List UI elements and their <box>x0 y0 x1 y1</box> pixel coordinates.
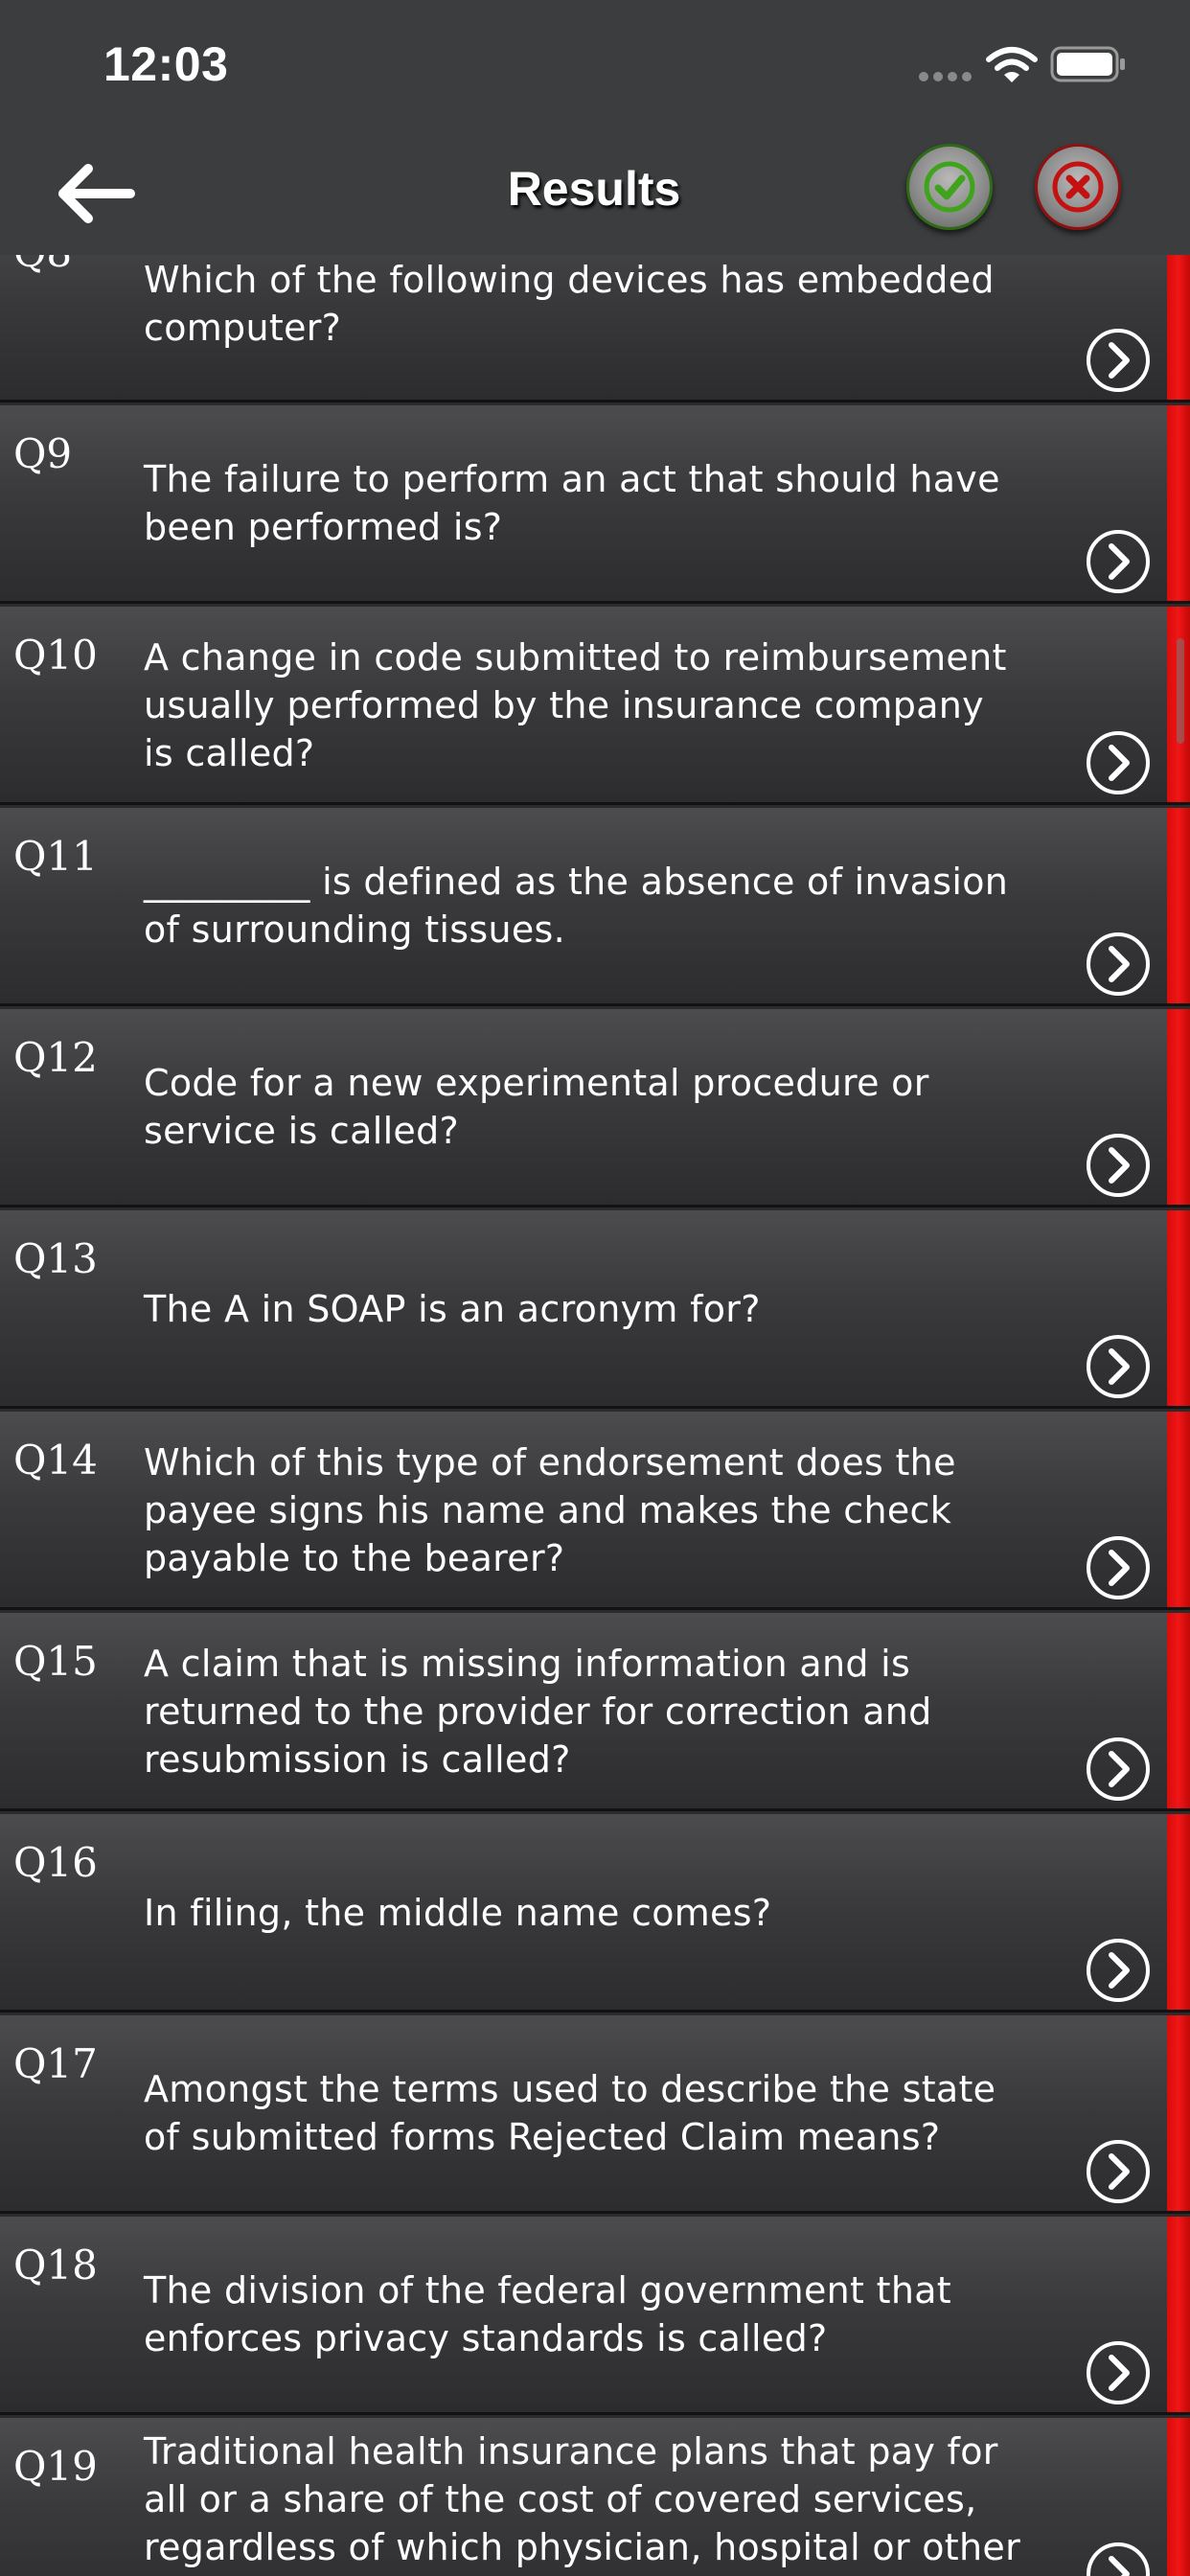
wrong-answer-indicator <box>1167 405 1190 601</box>
status-time: 12:03 <box>103 37 229 91</box>
chevron-right-icon[interactable] <box>1085 1132 1152 1199</box>
list-item[interactable]: Q9 The failure to perform an act that sh… <box>0 405 1190 604</box>
show-correct-button[interactable] <box>906 144 993 230</box>
wrong-answer-indicator <box>1167 2015 1190 2211</box>
list-item[interactable]: Q18 The division of the federal governme… <box>0 2217 1190 2415</box>
show-wrong-button[interactable] <box>1035 144 1121 230</box>
list-item[interactable]: Q17 Amongst the terms used to describe t… <box>0 2015 1190 2214</box>
question-text: The failure to perform an act that shoul… <box>144 458 1000 548</box>
wrong-answer-indicator <box>1167 1210 1190 1406</box>
chevron-right-icon[interactable] <box>1085 2138 1152 2205</box>
question-number: Q19 <box>13 2443 98 2490</box>
list-item[interactable]: Q8 Which of the following devices has em… <box>0 255 1190 402</box>
question-number: Q11 <box>13 833 98 880</box>
page-title: Results <box>507 162 681 216</box>
question-text: A change in code submitted to reimbursem… <box>144 636 1007 774</box>
question-text: Which of this type of endorsement does t… <box>144 1441 956 1579</box>
question-text: Code for a new experimental procedure or… <box>144 1062 929 1152</box>
list-item[interactable]: Q15 A claim that is missing information … <box>0 1613 1190 1811</box>
results-list[interactable]: Q8 Which of the following devices has em… <box>0 255 1190 2576</box>
chevron-right-icon[interactable] <box>1085 1333 1152 1400</box>
checkmark-icon <box>924 161 975 213</box>
question-text: Which of the following devices has embed… <box>144 259 995 349</box>
question-number: Q15 <box>13 1638 98 1685</box>
chevron-right-icon[interactable] <box>1085 729 1152 796</box>
list-item[interactable]: Q12 Code for a new experimental procedur… <box>0 1009 1190 1208</box>
question-text: The A in SOAP is an acronym for? <box>144 1288 761 1330</box>
battery-icon <box>1050 46 1125 82</box>
question-number: Q16 <box>13 1839 98 1886</box>
question-number: Q17 <box>13 2040 98 2087</box>
wrong-answer-indicator <box>1167 1814 1190 2010</box>
question-text: Amongst the terms used to describe the s… <box>144 2068 996 2158</box>
back-arrow-icon <box>58 164 135 223</box>
chevron-right-icon[interactable] <box>1085 528 1152 595</box>
chevron-right-icon[interactable] <box>1085 2339 1152 2406</box>
question-number: Q18 <box>13 2242 98 2288</box>
question-text: In filing, the middle name comes? <box>144 1892 772 1934</box>
wrong-answer-indicator <box>1167 2418 1190 2576</box>
question-number: Q12 <box>13 1034 98 1081</box>
question-number: Q14 <box>13 1437 98 1484</box>
nav-bar: Results <box>0 134 1190 255</box>
wrong-answer-indicator <box>1167 1009 1190 1205</box>
x-icon <box>1052 161 1104 213</box>
list-item[interactable]: Q14 Which of this type of endorsement do… <box>0 1412 1190 1610</box>
question-number: Q9 <box>13 430 73 477</box>
question-number: Q13 <box>13 1235 98 1282</box>
wrong-answer-indicator <box>1167 808 1190 1003</box>
list-item[interactable]: Q10 A change in code submitted to reimbu… <box>0 607 1190 805</box>
question-text: A claim that is missing information and … <box>144 1643 932 1781</box>
wrong-answer-indicator <box>1167 1613 1190 1808</box>
cellular-signal-icon <box>919 72 972 81</box>
list-item[interactable]: Q16 In filing, the middle name comes? <box>0 1814 1190 2012</box>
question-text: _________ is defined as the absence of i… <box>144 861 1009 951</box>
chevron-right-icon[interactable] <box>1085 1534 1152 1601</box>
back-button[interactable] <box>48 155 144 232</box>
list-item[interactable]: Q19 Traditional health insurance plans t… <box>0 2418 1190 2576</box>
list-item[interactable]: Q13 The A in SOAP is an acronym for? <box>0 1210 1190 1409</box>
question-number: Q8 <box>13 255 72 276</box>
status-bar: 12:03 <box>0 0 1190 134</box>
scroll-indicator[interactable] <box>1177 638 1184 744</box>
wifi-icon <box>986 47 1038 82</box>
wrong-answer-indicator <box>1167 2217 1190 2412</box>
question-number: Q10 <box>13 632 98 678</box>
list-item[interactable]: Q11 _________ is defined as the absence … <box>0 808 1190 1006</box>
chevron-right-icon[interactable] <box>1085 1937 1152 2004</box>
chevron-right-icon[interactable] <box>1085 2541 1152 2576</box>
chevron-right-icon[interactable] <box>1085 931 1152 998</box>
question-text: Traditional health insurance plans that … <box>144 2430 1020 2568</box>
chevron-right-icon[interactable] <box>1085 1736 1152 1803</box>
wrong-answer-indicator <box>1167 1412 1190 1607</box>
question-text: The division of the federal government t… <box>144 2269 951 2359</box>
chevron-right-icon[interactable] <box>1085 327 1152 394</box>
wrong-answer-indicator <box>1167 255 1190 400</box>
